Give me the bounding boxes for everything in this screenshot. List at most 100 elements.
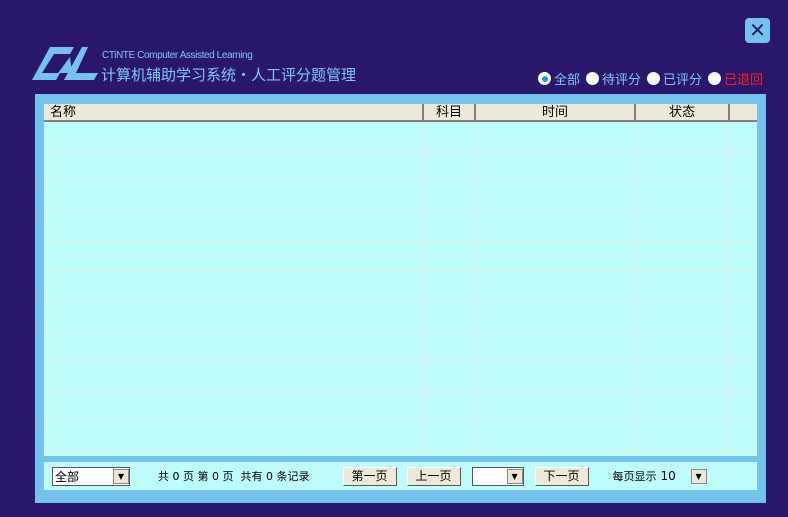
table-cell: [730, 182, 757, 211]
next-page-button[interactable]: 下一页: [534, 466, 589, 486]
table-cell: [424, 332, 476, 361]
table-cell: [730, 212, 757, 241]
table-cell: [424, 212, 476, 241]
table-cell: [476, 362, 636, 391]
radio-icon[interactable]: [647, 72, 661, 85]
table-cell: [476, 242, 636, 271]
table-cell: [424, 422, 476, 451]
filter-pending[interactable]: 待评分: [586, 69, 641, 88]
table-cell: [44, 182, 424, 211]
table-cell: [730, 122, 757, 151]
prev-page-button[interactable]: 上一页: [406, 466, 461, 486]
table-cell: [424, 152, 476, 181]
table-row: [44, 272, 757, 302]
table-cell: [730, 362, 757, 391]
table-row: [44, 362, 757, 392]
filter-returned[interactable]: 已退回: [708, 69, 763, 88]
table-cell: [424, 362, 476, 391]
table-cell: [636, 422, 730, 451]
table-cell: [424, 182, 476, 211]
table-cell: [636, 272, 730, 301]
cal-logo: [32, 47, 98, 80]
radio-icon[interactable]: [538, 72, 551, 85]
label: 第: [197, 470, 209, 483]
label: 条记录: [276, 470, 310, 483]
table-cell: [44, 212, 424, 241]
filter-all[interactable]: 全部: [538, 69, 580, 88]
table-cell: [730, 422, 757, 451]
table-cell: [44, 242, 424, 271]
label: 共有: [240, 470, 263, 483]
table-row: [44, 392, 757, 422]
table-cell: [476, 332, 636, 361]
table-cell: [476, 122, 636, 151]
table-cell: [636, 152, 730, 181]
table-cell: [476, 302, 636, 331]
table-body: [44, 122, 757, 452]
table-cell: [636, 122, 730, 151]
table-cell: [730, 392, 757, 421]
table-row: [44, 122, 757, 152]
filter-label: 待评分: [602, 73, 642, 88]
table-cell: [730, 272, 757, 301]
table-cell: [636, 332, 730, 361]
table-cell: [476, 152, 636, 181]
column-name[interactable]: 名称: [44, 104, 424, 120]
close-button[interactable]: ✕: [745, 18, 770, 43]
first-page-button[interactable]: 第一页: [342, 466, 397, 486]
chevron-down-icon[interactable]: ▼: [506, 468, 523, 484]
table-cell: [476, 422, 636, 451]
table-cell: [44, 302, 424, 331]
table-cell: [476, 182, 636, 211]
table-row: [44, 182, 757, 212]
table-cell: [636, 392, 730, 421]
page-select[interactable]: ▼: [471, 466, 524, 486]
filter-graded[interactable]: 已评分: [647, 69, 702, 88]
per-page-value: 10: [660, 469, 676, 483]
label: 页: [222, 470, 234, 483]
table-row: [44, 422, 757, 452]
table-cell: [636, 362, 730, 391]
label: 页: [183, 470, 194, 483]
table-cell: [476, 392, 636, 421]
filter-label: 已评分: [663, 73, 703, 88]
table-cell: [424, 272, 476, 301]
table-row: [44, 242, 757, 272]
table-cell: [730, 302, 757, 331]
total-pages: 0: [172, 470, 180, 483]
chevron-down-icon[interactable]: ▼: [690, 468, 707, 484]
column-subject[interactable]: 科目: [424, 104, 476, 120]
column-status[interactable]: 状态: [636, 104, 730, 120]
table-cell: [44, 422, 424, 451]
table-cell: [730, 152, 757, 181]
status-filter: 全部 待评分 已评分 已退回: [538, 69, 769, 88]
table-header: 名称 科目 时间 状态: [44, 104, 757, 122]
table-cell: [424, 122, 476, 151]
table-cell: [636, 212, 730, 241]
label: 共: [158, 470, 169, 483]
column-time[interactable]: 时间: [476, 104, 636, 120]
radio-icon[interactable]: [586, 72, 600, 85]
table-row: [44, 302, 757, 332]
table-row: [44, 332, 757, 362]
table-cell: [730, 242, 757, 271]
table-cell: [636, 242, 730, 271]
pagination-bar: 全部 ▼ 共 0 页 第 0 页 共有 0 条记录 第一页 上一页 ▼ 下一页 每…: [44, 462, 757, 490]
table-cell: [44, 332, 424, 361]
radio-icon[interactable]: [708, 72, 722, 85]
column-extra: [730, 104, 757, 120]
chevron-down-icon[interactable]: ▼: [113, 468, 129, 484]
filter-label: 已退回: [724, 73, 764, 88]
per-page-select[interactable]: 10 ▼: [659, 467, 707, 486]
table-cell: [476, 212, 636, 241]
table-cell: [44, 122, 424, 151]
table-cell: [636, 182, 730, 211]
table-cell: [424, 392, 476, 421]
table-row: [44, 212, 757, 242]
table-row: [44, 152, 757, 182]
table-cell: [424, 242, 476, 271]
scope-select[interactable]: 全部 ▼: [52, 466, 130, 486]
table-cell: [730, 332, 757, 361]
record-count: 0: [266, 470, 273, 483]
subtitle: CTiNTE Computer Assisted Learning: [102, 50, 253, 61]
